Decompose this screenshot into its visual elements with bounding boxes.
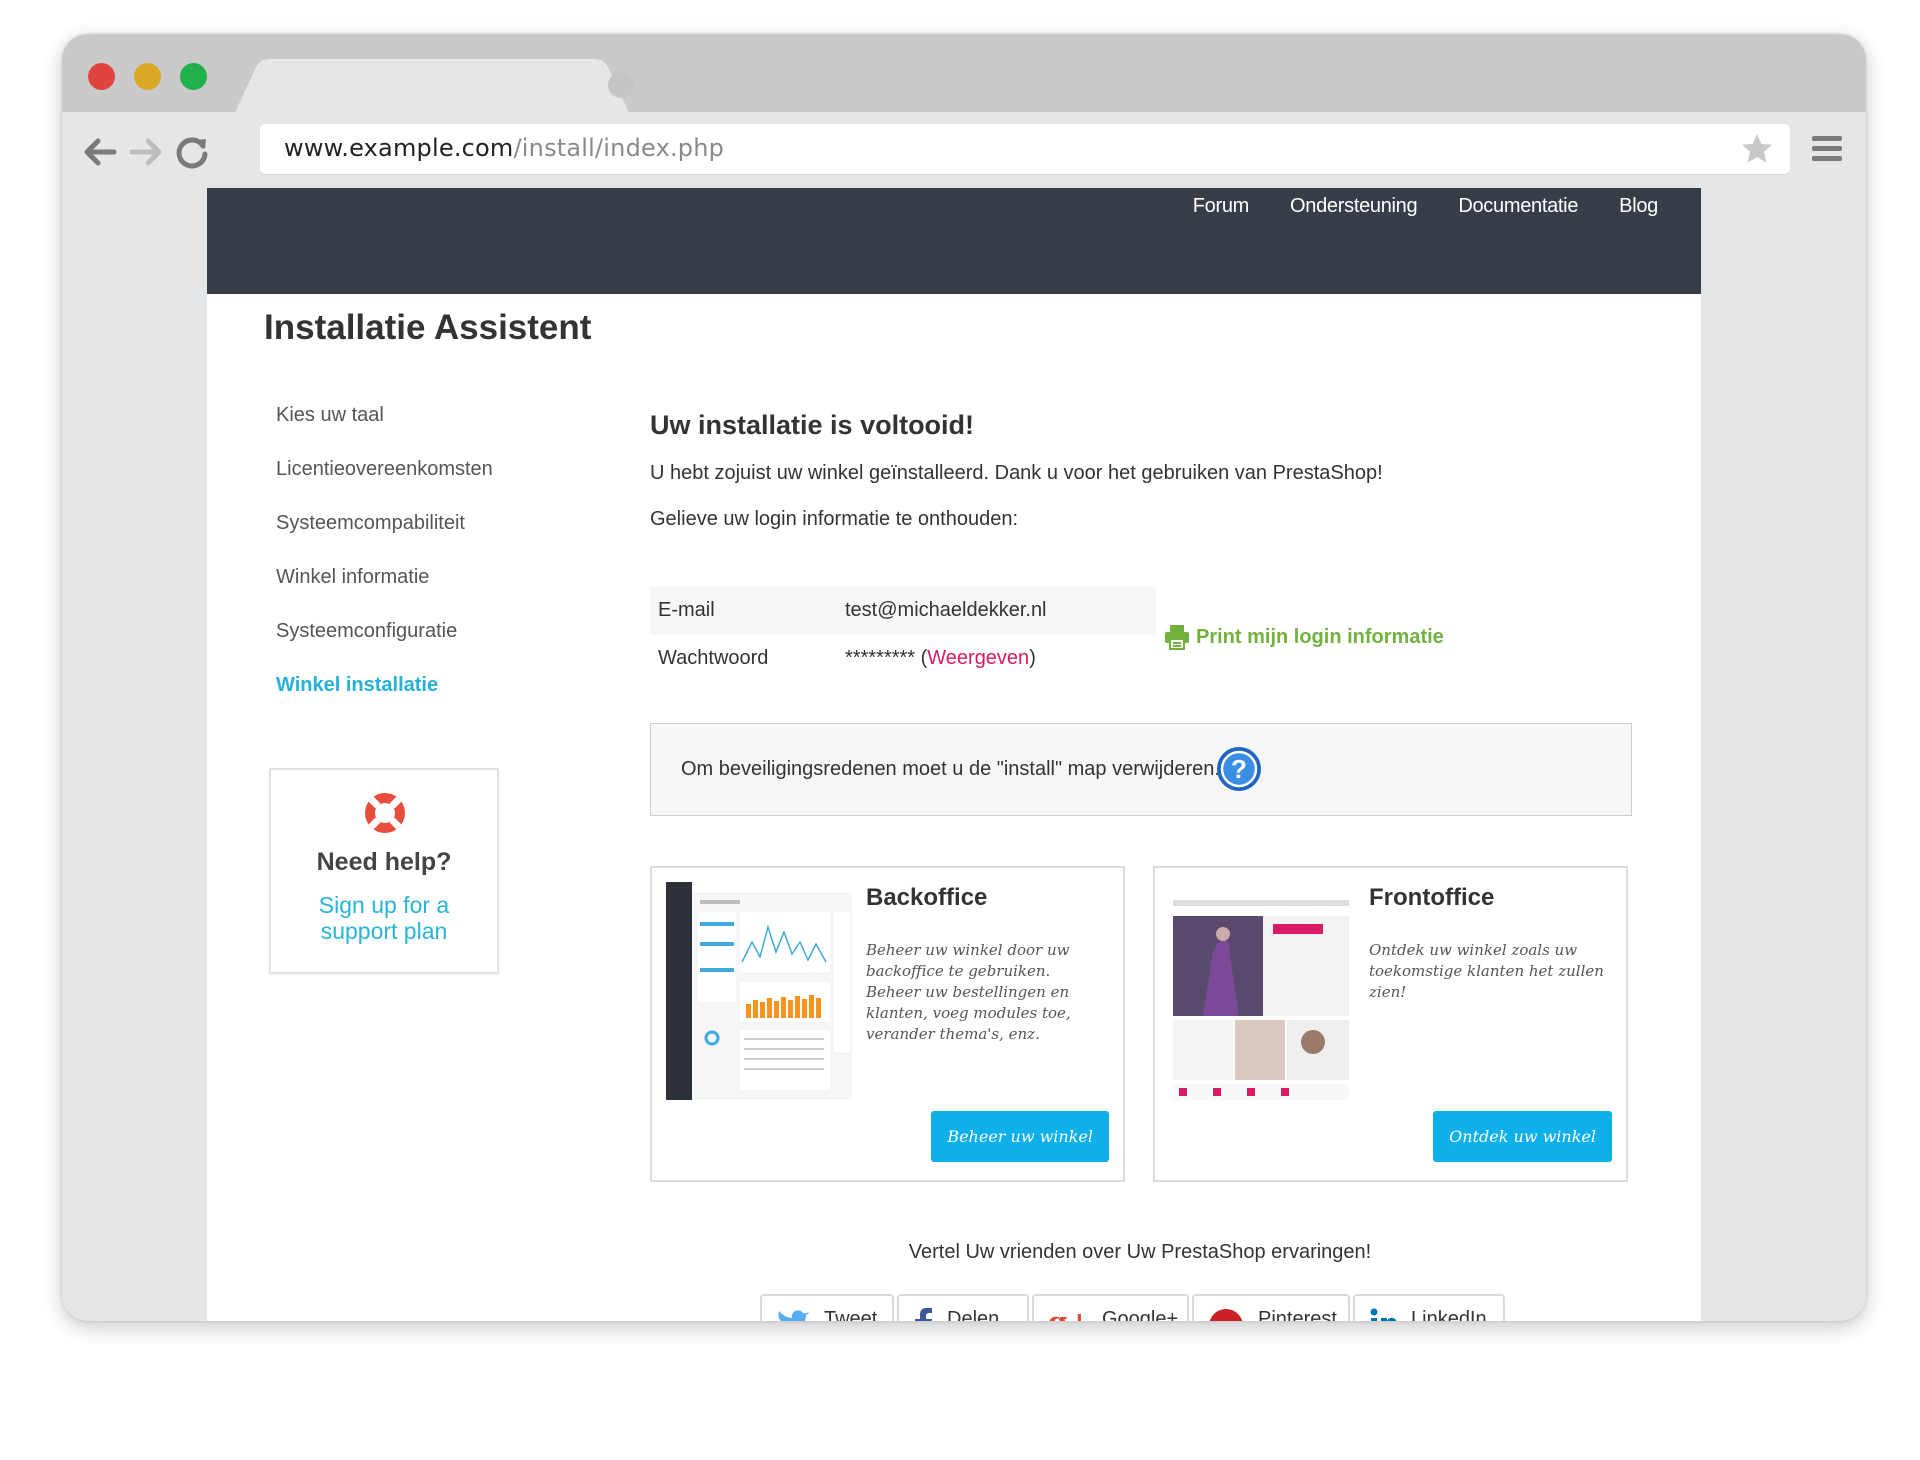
email-row: E-mail test@michaeldekker.nl	[650, 587, 1156, 635]
bookmark-star-icon[interactable]	[1740, 132, 1774, 166]
minimize-window-button[interactable]	[134, 63, 161, 90]
completion-heading: Uw installatie is voltooid!	[650, 410, 975, 440]
lifebuoy-icon	[365, 793, 405, 833]
google-plus-label: Google+	[1102, 1308, 1179, 1321]
facebook-share-label: Delen	[947, 1308, 1000, 1321]
support-plan-link-line1: Sign up for a	[318, 892, 450, 918]
password-label: Wachtwoord	[658, 647, 769, 669]
step-winkel-informatie[interactable]: Winkel informatie	[276, 564, 493, 618]
backoffice-title: Backoffice	[866, 884, 988, 911]
backoffice-card: Backoffice Beheer uw winkel door uw back…	[650, 866, 1125, 1182]
close-window-button[interactable]	[88, 63, 115, 90]
security-warning-text: Om beveiligingsredenen moet u de "instal…	[681, 758, 1220, 780]
printer-icon	[1165, 625, 1189, 650]
tab-close-icon[interactable]	[608, 72, 634, 98]
url-host: www.example.com	[284, 134, 514, 162]
password-value: ********* (Weergeven)	[845, 647, 1036, 670]
url-text: www.example.com/install/index.php	[284, 134, 724, 162]
twitter-icon	[778, 1310, 809, 1321]
step-systeemcompabiliteit[interactable]: Systeemcompabiliteit	[276, 510, 493, 564]
discover-store-button[interactable]: Ontdek uw winkel	[1433, 1111, 1612, 1162]
reload-icon[interactable]	[172, 132, 212, 172]
step-licentieovereenkomsten[interactable]: Licentieovereenkomsten	[276, 456, 493, 510]
tweet-label: Tweet	[824, 1308, 878, 1321]
nav-links: Forum Ondersteuning Documentatie Blog	[1193, 195, 1659, 218]
page-title: Installatie Assistent	[264, 308, 592, 347]
support-plan-link[interactable]: Sign up for a support plan	[271, 892, 497, 944]
password-close-paren: )	[1029, 647, 1036, 669]
password-mask: ********* (	[845, 647, 928, 669]
browser-window: www.example.com/install/index.php Forum …	[62, 34, 1866, 1321]
address-bar[interactable]: www.example.com/install/index.php	[260, 124, 1790, 174]
backoffice-screenshot	[666, 882, 852, 1100]
password-row: Wachtwoord ********* (Weergeven)	[650, 635, 1156, 683]
share-buttons: Tweet Delen g+ Google+ p Pinterest Linke…	[760, 1294, 1505, 1321]
top-navigation: Forum Ondersteuning Documentatie Blog	[207, 188, 1701, 294]
help-question-icon[interactable]: ?	[1215, 745, 1263, 793]
backoffice-description: Beheer uw winkel door uw backoffice te g…	[866, 941, 1071, 1043]
pinterest-icon: p	[1209, 1309, 1243, 1321]
login-info-table: E-mail test@michaeldekker.nl Wachtwoord …	[650, 587, 1156, 683]
email-label: E-mail	[658, 599, 715, 621]
manage-store-button[interactable]: Beheer uw winkel	[931, 1111, 1109, 1162]
facebook-icon	[915, 1308, 932, 1321]
pinterest-label: Pinterest	[1258, 1308, 1337, 1321]
frontoffice-title: Frontoffice	[1369, 884, 1495, 911]
nav-link-forum[interactable]: Forum	[1193, 195, 1250, 218]
svg-text:p: p	[1219, 1314, 1234, 1321]
intro-text: U hebt zojuist uw winkel geïnstalleerd. …	[650, 462, 1383, 484]
email-value: test@michaeldekker.nl	[845, 599, 1047, 621]
help-box: Need help? Sign up for a support plan	[269, 768, 499, 974]
security-warning-box: Om beveiligingsredenen moet u de "instal…	[650, 723, 1632, 816]
step-winkel-installatie: Winkel installatie	[276, 674, 439, 696]
nav-link-blog[interactable]: Blog	[1619, 195, 1658, 218]
remember-text: Gelieve uw login informatie te onthouden…	[650, 508, 1019, 530]
tab-bar	[62, 34, 1866, 119]
facebook-share-button[interactable]: Delen	[897, 1294, 1029, 1321]
linkedin-label: LinkedIn	[1411, 1308, 1487, 1321]
forward-arrow-icon[interactable]	[126, 132, 166, 172]
menu-icon[interactable]	[1812, 134, 1842, 164]
frontoffice-description: Ontdek uw winkel zoals uw toekomstige kl…	[1369, 941, 1604, 1001]
web-page: Forum Ondersteuning Documentatie Blog In…	[207, 188, 1701, 1321]
browser-toolbar: www.example.com/install/index.php	[62, 112, 1866, 188]
install-steps: Kies uw taal Licentieovereenkomsten Syst…	[276, 402, 493, 726]
google-plus-icon: g+	[1048, 1308, 1088, 1321]
step-systeemconfiguratie[interactable]: Systeemconfiguratie	[276, 618, 493, 672]
print-login-label: Print mijn login informatie	[1196, 625, 1444, 648]
print-login-link[interactable]: Print mijn login informatie	[1164, 624, 1444, 650]
svg-text:g+: g+	[1048, 1308, 1088, 1321]
frontoffice-screenshot	[1173, 882, 1349, 1100]
back-arrow-icon[interactable]	[80, 132, 120, 172]
support-plan-link-line2: support plan	[320, 918, 448, 944]
step-kies-uw-taal[interactable]: Kies uw taal	[276, 402, 493, 456]
nav-link-ondersteuning[interactable]: Ondersteuning	[1290, 195, 1418, 218]
maximize-window-button[interactable]	[180, 63, 207, 90]
google-plus-button[interactable]: g+ Google+	[1032, 1294, 1189, 1321]
browser-tab[interactable]	[232, 59, 632, 119]
tweet-button[interactable]: Tweet	[760, 1294, 894, 1321]
linkedin-icon	[1370, 1308, 1397, 1321]
frontoffice-card: Frontoffice Ontdek uw winkel zoals uw to…	[1153, 866, 1628, 1182]
pinterest-button[interactable]: p Pinterest	[1192, 1294, 1350, 1321]
svg-text:?: ?	[1231, 754, 1247, 784]
nav-link-documentatie[interactable]: Documentatie	[1458, 195, 1578, 218]
help-title: Need help?	[316, 848, 452, 876]
share-text: Vertel Uw vrienden over Uw PrestaShop er…	[908, 1241, 1372, 1263]
show-password-link[interactable]: Weergeven	[927, 647, 1029, 669]
linkedin-button[interactable]: LinkedIn	[1353, 1294, 1505, 1321]
url-path: /install/index.php	[513, 134, 725, 162]
